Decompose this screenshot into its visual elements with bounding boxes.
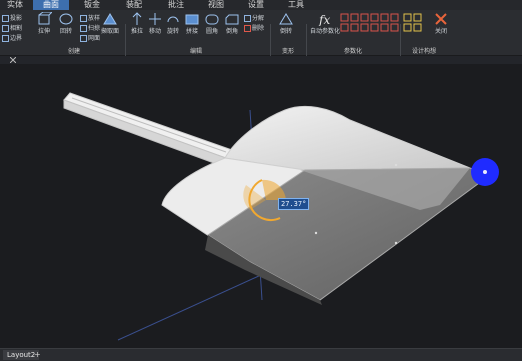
auto-parametrize-button[interactable]: fx 自动参数化: [308, 12, 342, 35]
loft-icon: [80, 15, 87, 22]
revolve-icon: [59, 13, 73, 25]
sweep-button[interactable]: 扫掠: [80, 23, 100, 32]
ribbon-separator: [306, 24, 307, 58]
app-window: 实体 曲面 钣金 装配 批注 视图 设置 工具 投影 相割 边界 拉伸 回转 放…: [0, 0, 522, 361]
pan-back-wall: [224, 105, 471, 171]
svg-text:fx: fx: [318, 13, 330, 26]
extract-face-icon: [103, 13, 117, 25]
vertex-point: [394, 241, 398, 245]
mirror-button[interactable]: 倒转: [274, 12, 298, 35]
group-design-label: 设计构想: [412, 48, 437, 55]
mirror-icon: [279, 13, 293, 25]
handle-side: [63, 99, 227, 167]
close-design-button[interactable]: 关闭: [432, 12, 450, 35]
delete-icon: [244, 25, 251, 32]
move-button[interactable]: 移动: [146, 12, 164, 35]
model-canvas[interactable]: [0, 64, 522, 348]
intersect-button[interactable]: 相割: [2, 23, 22, 32]
move-icon: [149, 13, 161, 25]
extract-face-button[interactable]: 撷取面: [98, 12, 122, 35]
group-param-label: 参数化: [344, 48, 363, 55]
function-icon: fx: [318, 13, 330, 26]
fillet-button[interactable]: 圆角: [202, 12, 222, 35]
handle-top: [63, 92, 233, 159]
constraint-icons[interactable]: [340, 13, 400, 39]
mesh-icon: [80, 35, 87, 42]
ribbon-panel: 投影 相割 边界 拉伸 回转 放样 扫掠 网面 撷取面 创建 推拉 移动 旋转 …: [0, 10, 522, 58]
explode-icon: [244, 15, 251, 22]
pull-icon: [132, 12, 142, 25]
tab-tools[interactable]: 工具: [276, 0, 316, 10]
ribbon-separator: [125, 24, 126, 58]
extrude-button[interactable]: 拉伸: [33, 12, 55, 35]
pull-button[interactable]: 推拉: [128, 12, 146, 35]
vertex-point: [314, 231, 318, 235]
delete-button[interactable]: 删除: [244, 23, 264, 32]
intersect-icon: [2, 25, 9, 32]
rotation-handle-center: [483, 170, 487, 174]
group-create-label: 创建: [68, 48, 81, 55]
stitch-icon: [185, 14, 199, 25]
tab-solid[interactable]: 实体: [0, 0, 30, 10]
loft-button[interactable]: 放样: [80, 13, 100, 22]
tab-assembly[interactable]: 装配: [114, 0, 154, 10]
rotate-icon: [167, 16, 179, 23]
extrude-icon: [38, 12, 52, 25]
design-icons[interactable]: [403, 13, 431, 39]
layout-tab-bar: Layout2 +: [0, 348, 522, 361]
ribbon-tabs: 实体 曲面 钣金 装配 批注 视图 设置 工具: [0, 0, 522, 10]
revolve-button[interactable]: 回转: [55, 12, 77, 35]
vertex-point: [394, 163, 398, 167]
group-transform-label: 变形: [282, 48, 295, 55]
explode-button[interactable]: 分解: [244, 13, 264, 22]
project-icon: [2, 15, 9, 22]
document-tab-row: [0, 56, 522, 64]
tab-view[interactable]: 视图: [196, 0, 236, 10]
chamfer-icon: [225, 14, 239, 25]
ribbon-separator: [400, 24, 401, 58]
project-button[interactable]: 投影: [2, 13, 22, 22]
sweep-icon: [80, 25, 87, 32]
mesh-button[interactable]: 网面: [80, 33, 100, 42]
tab-settings[interactable]: 设置: [236, 0, 276, 10]
handle-groove: [71, 97, 227, 153]
tab-annotation[interactable]: 批注: [156, 0, 196, 10]
chamfer-button[interactable]: 倒角: [222, 12, 242, 35]
close-doc-icon[interactable]: [10, 57, 16, 63]
angle-input[interactable]: 27.37°: [278, 198, 310, 210]
add-layout-button[interactable]: +: [34, 349, 41, 361]
3d-viewport[interactable]: 27.37°: [0, 64, 522, 348]
group-edit-label: 编辑: [190, 48, 203, 55]
fillet-icon: [205, 14, 219, 25]
stitch-button[interactable]: 拼接: [182, 12, 202, 35]
tab-sheetmetal[interactable]: 钣金: [72, 0, 112, 10]
ribbon-separator: [270, 24, 271, 58]
rotate-button[interactable]: 旋转: [164, 12, 182, 35]
boundary-icon: [2, 35, 9, 42]
boundary-button[interactable]: 边界: [2, 33, 22, 42]
close-icon: [435, 13, 447, 25]
tab-surface[interactable]: 曲面: [33, 0, 69, 10]
